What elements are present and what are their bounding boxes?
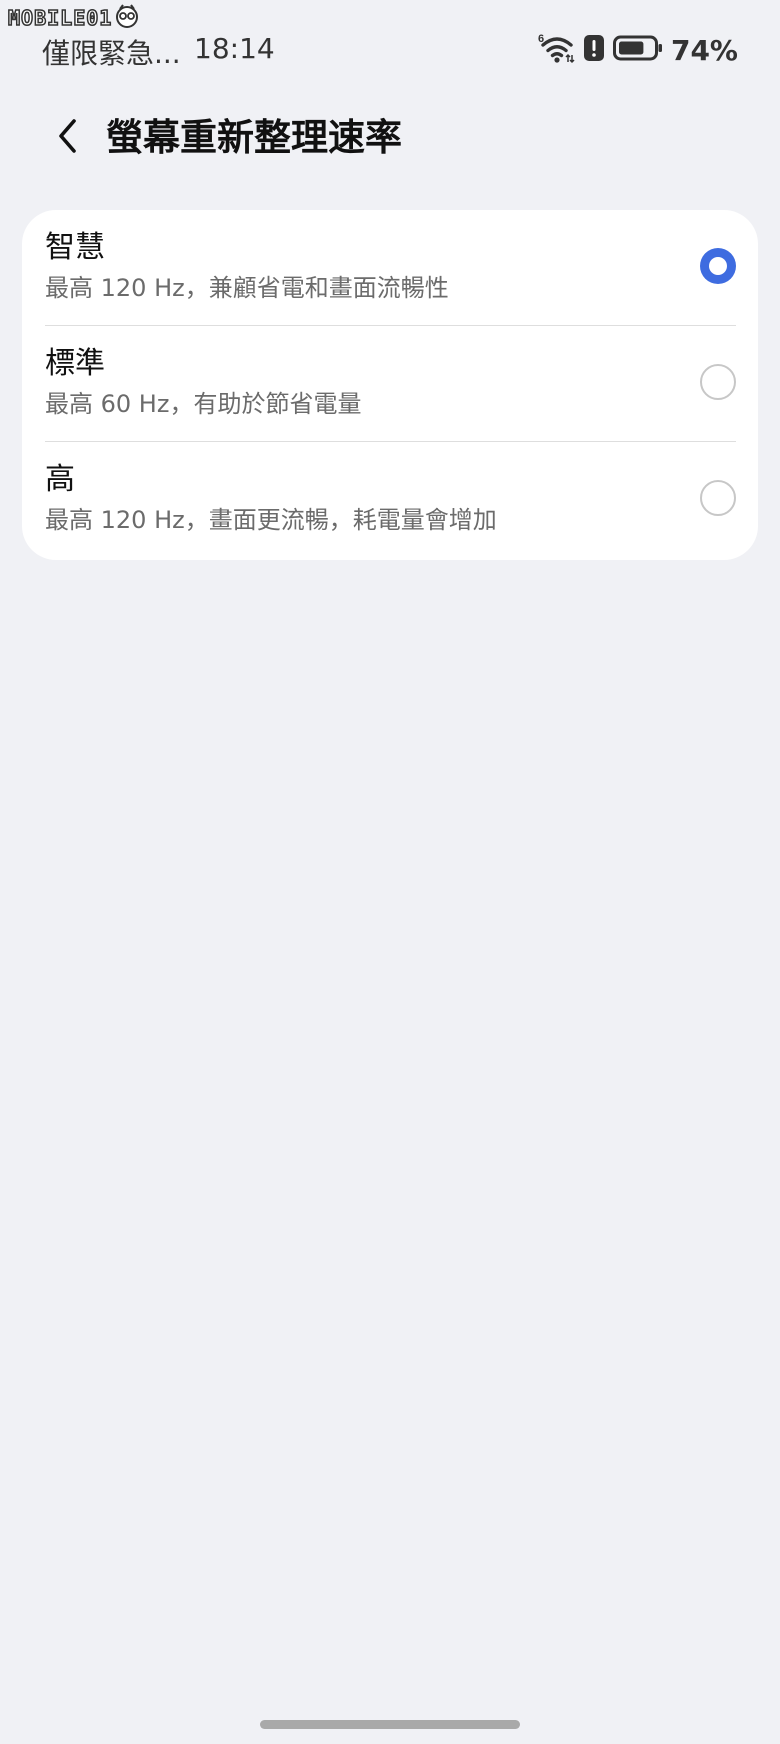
option-title: 標準 — [45, 346, 105, 381]
status-bar: 僅限緊急... 18:14 6 74% — [0, 24, 780, 74]
option-high[interactable]: 高 最高 120 Hz，畫面更流暢，耗電量會增加 — [22, 442, 758, 558]
option-adaptive[interactable]: 智慧 最高 120 Hz，兼顧省電和畫面流暢性 — [22, 210, 758, 326]
status-icons: 6 74% — [537, 32, 738, 68]
status-time: 18:14 — [194, 32, 275, 65]
radio-button[interactable] — [700, 248, 736, 284]
battery-percent: 74% — [670, 33, 738, 67]
status-carrier: 僅限緊急... — [42, 37, 181, 70]
option-title: 智慧 — [45, 230, 105, 265]
option-title: 高 — [45, 462, 75, 497]
chevron-left-icon — [53, 116, 83, 160]
option-description: 最高 60 Hz，有助於節省電量 — [45, 390, 362, 418]
option-standard[interactable]: 標準 最高 60 Hz，有助於節省電量 — [22, 326, 758, 442]
page-title: 螢幕重新整理速率 — [106, 116, 402, 159]
app-bar: 螢幕重新整理速率 — [0, 100, 780, 180]
home-indicator[interactable] — [260, 1720, 520, 1729]
wifi-6-icon: 6 — [537, 31, 575, 69]
option-description: 最高 120 Hz，兼顧省電和畫面流暢性 — [45, 274, 449, 302]
alert-icon — [583, 33, 605, 67]
radio-button[interactable] — [700, 480, 736, 516]
battery-icon — [612, 34, 663, 66]
radio-button[interactable] — [700, 364, 736, 400]
option-description: 最高 120 Hz，畫面更流暢，耗電量會增加 — [45, 506, 497, 534]
refresh-rate-options-card: 智慧 最高 120 Hz，兼顧省電和畫面流暢性 標準 最高 60 Hz，有助於節… — [22, 210, 758, 560]
back-button[interactable] — [44, 114, 92, 162]
